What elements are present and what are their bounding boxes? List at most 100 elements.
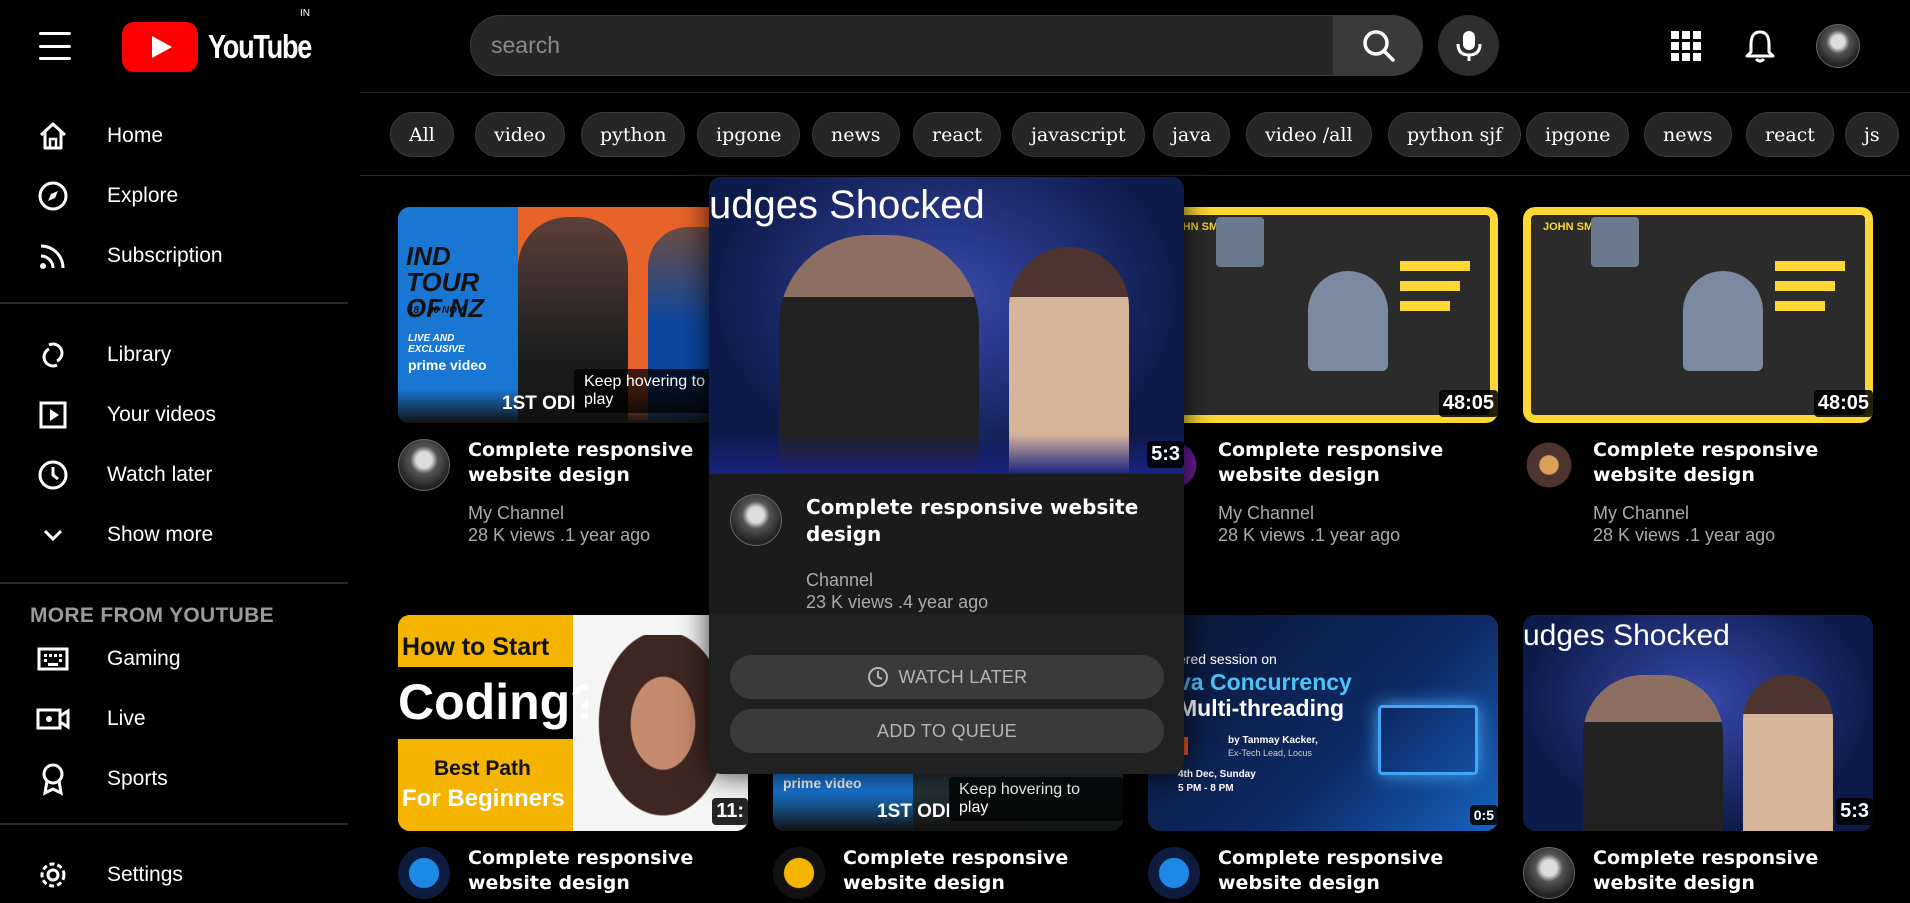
- chip[interactable]: python: [581, 112, 686, 157]
- chip[interactable]: video /all: [1246, 112, 1372, 157]
- thumbnail-text: 18 - 30 NOV: [408, 305, 464, 316]
- youtube-play-icon: [122, 22, 198, 72]
- hover-hint: Keep hovering to play: [949, 777, 1123, 821]
- thumbnail-text: Multi-threading: [1178, 695, 1345, 721]
- video-thumbnail[interactable]: ered session on va Concurrency Multi-thr…: [1148, 615, 1498, 831]
- thumbnail-text: by Tanmay Kacker,: [1228, 735, 1318, 746]
- channel-name[interactable]: My Channel: [1218, 503, 1314, 524]
- chip[interactable]: js: [1845, 112, 1899, 157]
- sidebar: Home Explore Subscription Library Your v…: [0, 92, 350, 891]
- sidebar-item-show-more[interactable]: Show more: [0, 507, 350, 563]
- channel-avatar[interactable]: [1523, 439, 1575, 491]
- filter-chip-bar: All video python ipgone news react javas…: [360, 92, 1910, 176]
- video-duration: 5:3: [1836, 798, 1873, 825]
- video-meta: 28 K views .1 year ago: [468, 525, 651, 545]
- video-thumbnail[interactable]: JOHN SMITH 48:05: [1523, 207, 1873, 423]
- sidebar-item-sports[interactable]: Sports: [0, 751, 350, 807]
- thumbnail-text: 5 PM - 8 PM: [1178, 783, 1234, 794]
- sidebar-divider: [0, 823, 348, 825]
- video-duration: 11:: [712, 798, 748, 825]
- search-icon: [1362, 29, 1395, 62]
- sidebar-item-explore[interactable]: Explore: [0, 168, 350, 224]
- popup-video-meta: 23 K views .4 year ago: [806, 592, 989, 612]
- chip[interactable]: python sjf: [1388, 112, 1522, 157]
- video-title[interactable]: Complete responsive website design: [1593, 846, 1853, 896]
- chip[interactable]: ipgone: [1526, 112, 1630, 157]
- chip[interactable]: java: [1153, 112, 1231, 157]
- video-title[interactable]: Complete responsive website design: [843, 846, 1103, 896]
- video-meta: 28 K views .1 year ago: [1218, 525, 1401, 545]
- watch-later-button[interactable]: WATCH LATER: [730, 655, 1164, 699]
- channel-avatar[interactable]: [773, 847, 825, 899]
- voice-search-button[interactable]: [1438, 15, 1499, 76]
- channel-avatar[interactable]: [398, 847, 450, 899]
- sidebar-item-library[interactable]: Library: [0, 327, 350, 383]
- thumbnail-text: 4th Dec, Sunday: [1178, 769, 1256, 780]
- keyboard-icon: [36, 642, 70, 676]
- popup-info: Complete responsive website design Chann…: [709, 474, 1184, 614]
- sidebar-item-subscription[interactable]: Subscription: [0, 228, 350, 284]
- popup-channel-name[interactable]: Channel: [806, 570, 873, 591]
- sidebar-item-label: Gaming: [107, 647, 181, 670]
- sidebar-item-home[interactable]: Home: [0, 108, 350, 164]
- video-title[interactable]: Complete responsive website design: [1218, 846, 1478, 896]
- user-avatar[interactable]: [1816, 24, 1860, 68]
- channel-avatar[interactable]: [1148, 847, 1200, 899]
- chip-all[interactable]: All: [390, 112, 454, 157]
- search-bar: [470, 15, 1423, 76]
- compass-icon: [36, 179, 70, 213]
- channel-name[interactable]: My Channel: [1593, 503, 1689, 524]
- video-duration: 48:05: [1438, 390, 1498, 417]
- apps-button[interactable]: [1666, 26, 1706, 66]
- library-icon: [36, 338, 70, 372]
- video-title[interactable]: Complete responsive website design: [468, 846, 728, 896]
- chip[interactable]: react: [1746, 112, 1834, 157]
- home-icon: [36, 119, 70, 153]
- channel-avatar[interactable]: [398, 439, 450, 491]
- chip[interactable]: javascript: [1012, 112, 1145, 157]
- chip[interactable]: news: [812, 112, 900, 157]
- mic-icon: [1456, 30, 1481, 61]
- sidebar-item-gaming[interactable]: Gaming: [0, 631, 350, 687]
- sidebar-item-label: Subscription: [107, 244, 223, 267]
- clock-icon: [36, 458, 70, 492]
- thumbnail-text: 1ST ODI: [502, 393, 576, 414]
- thumbnail-text: How to Start: [402, 633, 550, 661]
- video-thumbnail[interactable]: udges Shocked 5:3: [1523, 615, 1873, 831]
- sidebar-item-your-videos[interactable]: Your videos: [0, 387, 350, 443]
- popup-thumbnail[interactable]: udges Shocked 5:3: [709, 177, 1184, 474]
- thumbnail-text: Coding?: [398, 674, 601, 730]
- menu-icon[interactable]: [39, 32, 71, 60]
- sidebar-item-settings[interactable]: Settings: [0, 847, 350, 903]
- youtube-logo[interactable]: YouTube: [122, 22, 334, 72]
- sidebar-item-watch-later[interactable]: Watch later: [0, 447, 350, 503]
- chip[interactable]: video: [475, 112, 565, 157]
- thumbnail-text: Best Path: [434, 757, 531, 780]
- video-title[interactable]: Complete responsive website design: [1593, 438, 1853, 488]
- video-thumbnail[interactable]: JOHN SMITH 48:05: [1148, 207, 1498, 423]
- chip[interactable]: ipgone: [697, 112, 801, 157]
- popup-video-title[interactable]: Complete responsive website design: [806, 494, 1156, 548]
- add-to-queue-button[interactable]: ADD TO QUEUE: [730, 709, 1164, 753]
- notifications-button[interactable]: [1740, 26, 1780, 66]
- live-camera-icon: [36, 702, 70, 736]
- search-input[interactable]: [470, 15, 1334, 76]
- chip[interactable]: news: [1644, 112, 1732, 157]
- channel-avatar[interactable]: [730, 494, 782, 546]
- sidebar-item-live[interactable]: Live: [0, 691, 350, 747]
- video-thumbnail[interactable]: IND TOUR OF NZ 18 - 30 NOV LIVE AND EXCL…: [398, 207, 748, 423]
- chip[interactable]: react: [913, 112, 1001, 157]
- channel-name[interactable]: My Channel: [468, 503, 564, 524]
- sidebar-item-label: Watch later: [107, 463, 213, 486]
- play-square-icon: [36, 398, 70, 432]
- video-title[interactable]: Complete responsive website design: [468, 438, 728, 488]
- video-preview-popup[interactable]: udges Shocked 5:3 Complete responsive we…: [709, 177, 1184, 774]
- channel-avatar[interactable]: [1523, 847, 1575, 899]
- video-title[interactable]: Complete responsive website design: [1218, 438, 1478, 488]
- search-button[interactable]: [1334, 15, 1423, 76]
- video-thumbnail[interactable]: How to Start Coding? Best Path For Begin…: [398, 615, 748, 831]
- sidebar-item-label: Settings: [107, 863, 183, 886]
- video-duration: 5:3: [1147, 441, 1184, 468]
- sidebar-item-label: Show more: [107, 523, 214, 546]
- thumbnail-text: Ex-Tech Lead, Locus: [1228, 748, 1313, 758]
